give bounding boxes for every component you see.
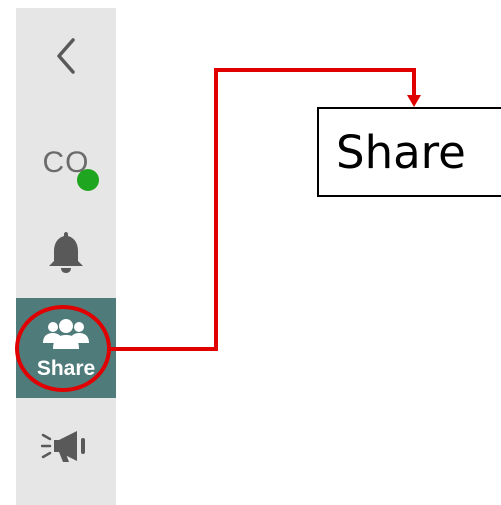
megaphone-icon [40,426,91,471]
share-label: Share [36,356,96,380]
notifications-button[interactable] [16,218,116,290]
callout-label: Share [336,125,466,179]
avatar: CO [31,133,101,193]
announcements-button[interactable] [16,413,116,483]
sidebar: CO Share [16,8,116,505]
share-button[interactable]: Share [16,298,116,398]
chevron-left-icon [54,36,78,81]
people-icon [41,317,91,356]
back-button[interactable] [16,28,116,88]
screenshot-stage: CO Share Share [0,0,501,505]
bell-icon [46,229,86,280]
callout-box: Share [317,107,501,197]
presence-status-dot [77,169,99,191]
user-avatar-button[interactable]: CO [16,128,116,198]
